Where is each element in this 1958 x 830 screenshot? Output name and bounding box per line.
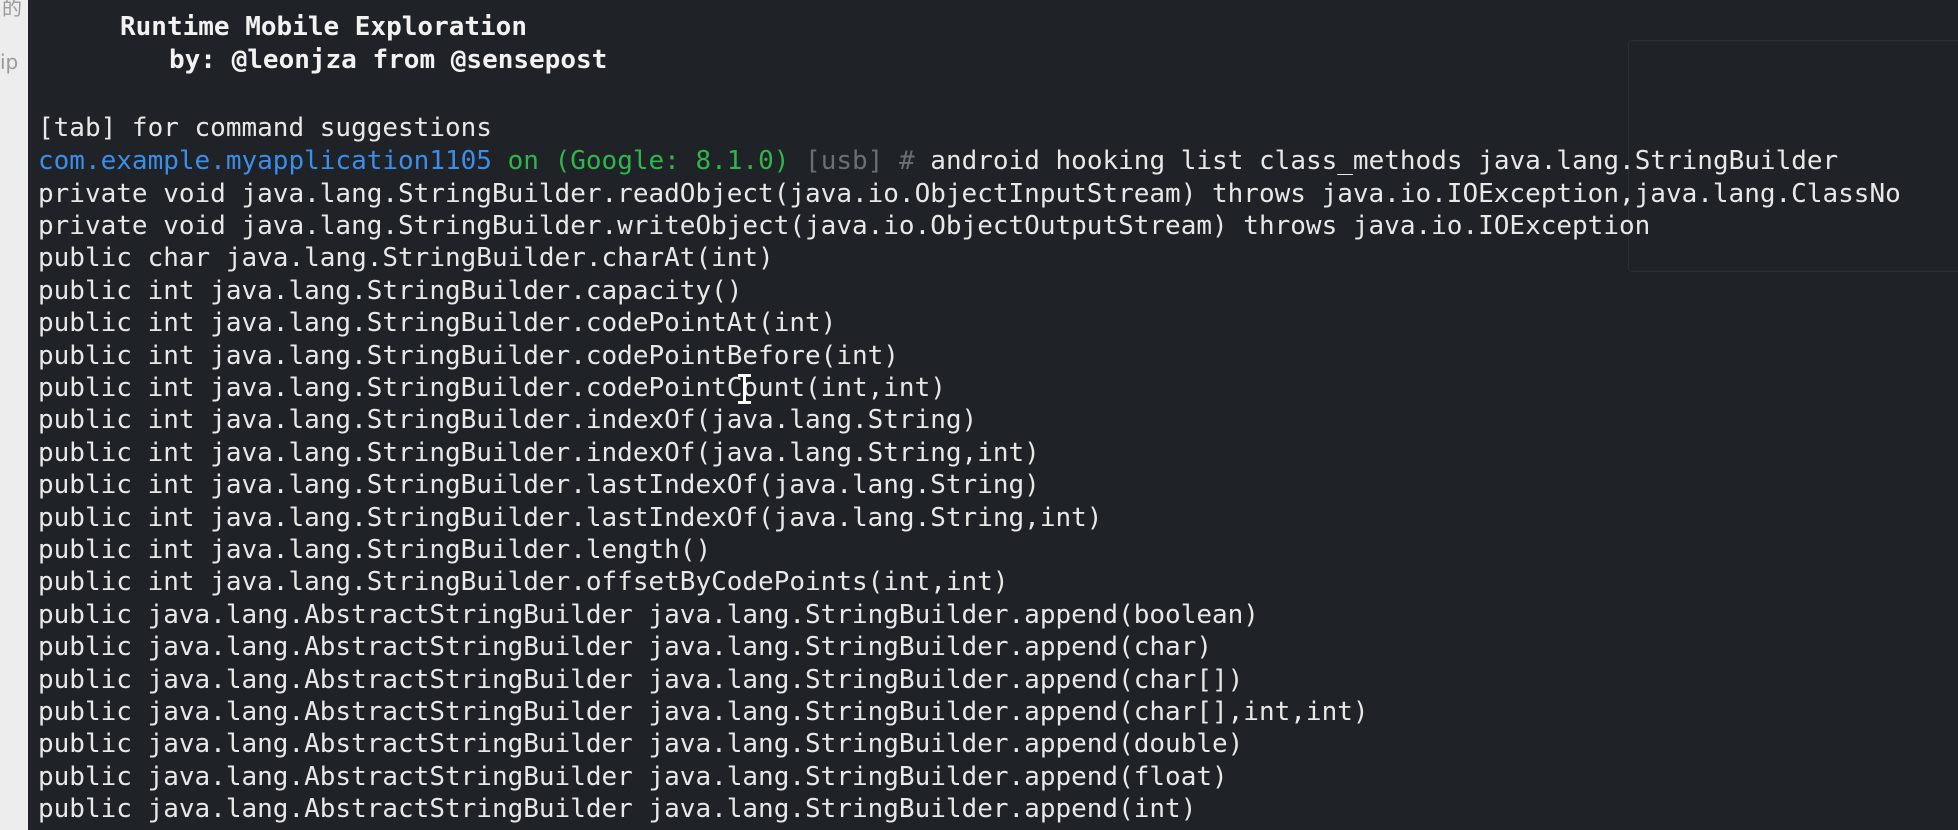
background-text-fragment: ip (0, 50, 19, 74)
output-line: public java.lang.AbstractStringBuilder j… (38, 696, 1369, 727)
prompt-transport: [usb] (805, 146, 884, 176)
output-line: public int java.lang.StringBuilder.codeP… (38, 372, 946, 403)
terminal-window[interactable]: Runtime Mobile Exploration by: @leonjza … (28, 0, 1958, 830)
prompt-command: android hooking list class_methods java.… (930, 146, 1839, 176)
background-text-fragment: 的 (2, 0, 22, 20)
output-line: public java.lang.AbstractStringBuilder j… (38, 632, 1212, 663)
prompt-device: (Google: 8.1.0) (554, 146, 790, 176)
output-line: public java.lang.AbstractStringBuilder j… (38, 664, 1244, 695)
output-line: private void java.lang.StringBuilder.rea… (38, 178, 1901, 209)
output-line: public java.lang.AbstractStringBuilder j… (38, 729, 1244, 760)
output-line: public int java.lang.StringBuilder.index… (38, 405, 978, 436)
output-line: public int java.lang.StringBuilder.lastI… (38, 470, 1040, 501)
command-prompt-line[interactable]: com.example.myapplication1105 on (Google… (38, 145, 1838, 177)
prompt-symbol: # (898, 146, 915, 176)
prompt-package: com.example.myapplication1105 (38, 146, 492, 176)
text-cursor-icon (738, 374, 751, 404)
banner-title: Runtime Mobile Exploration (120, 12, 527, 42)
output-line: public int java.lang.StringBuilder.offse… (38, 567, 1009, 598)
output-line: public char java.lang.StringBuilder.char… (38, 243, 774, 274)
output-line: public int java.lang.StringBuilder.codeP… (38, 308, 837, 339)
output-line: public java.lang.AbstractStringBuilder j… (38, 599, 1259, 630)
output-line: public java.lang.AbstractStringBuilder j… (38, 761, 1228, 792)
background-window-edge: 的 ip (0, 0, 28, 830)
output-line: public int java.lang.StringBuilder.codeP… (38, 340, 899, 371)
prompt-on: on (507, 146, 539, 176)
output-line: public int java.lang.StringBuilder.capac… (38, 275, 743, 306)
output-line: private void java.lang.StringBuilder.wri… (38, 210, 1651, 241)
output-line: public java.lang.AbstractStringBuilder j… (38, 794, 1197, 825)
output-line: public int java.lang.StringBuilder.index… (38, 437, 1040, 468)
output-line: public int java.lang.StringBuilder.lengt… (38, 534, 712, 565)
output-line: public int java.lang.StringBuilder.lastI… (38, 502, 1103, 533)
banner-byline: by: @leonjza from @sensepost (169, 45, 608, 75)
command-hint: [tab] for command suggestions (38, 113, 492, 143)
